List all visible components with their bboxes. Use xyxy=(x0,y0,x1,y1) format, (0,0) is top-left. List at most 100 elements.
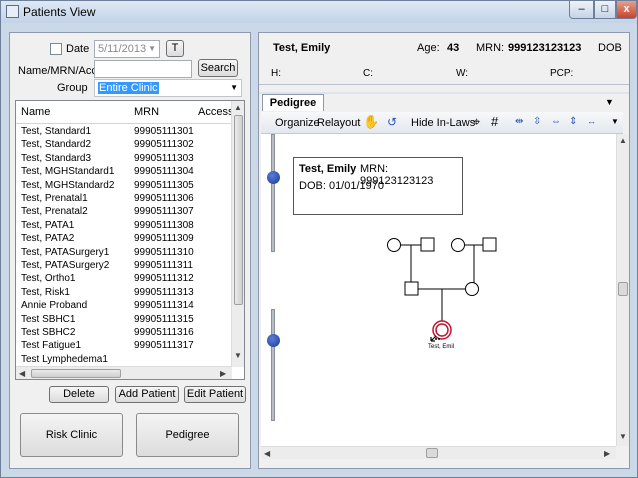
date-value: 5/11/2013 xyxy=(98,43,147,55)
align-vertical-icon[interactable]: ⇳ xyxy=(533,116,541,127)
organize-button[interactable]: Organize xyxy=(275,117,320,129)
t-button[interactable]: T xyxy=(166,40,184,57)
pedigree-canvas[interactable]: Test, Emily MRN: 999123123123 DOB: 01/01… xyxy=(261,134,616,446)
table-row[interactable]: Test, PATASurgery1 99905111310 xyxy=(16,247,231,260)
table-row[interactable]: Test, Risk1 99905111313 xyxy=(16,287,231,300)
name-mrn-input[interactable] xyxy=(94,60,192,78)
table-row[interactable]: Test Fatigue1 99905111317 xyxy=(16,340,231,353)
patient-name-cell: Test, PATASurgery2 xyxy=(21,260,110,271)
date-checkbox[interactable] xyxy=(50,43,62,55)
table-row[interactable]: Test, MGHStandard2 99905111305 xyxy=(16,180,231,193)
patient-search-panel: Date 5/11/2013 ▼ T Name/MRN/Accn Search … xyxy=(9,32,251,469)
canvas-vertical-scrollbar[interactable]: ▲ ▼ xyxy=(616,134,629,446)
date-picker[interactable]: 5/11/2013 ▼ xyxy=(94,40,160,58)
undo-icon[interactable]: ↺ xyxy=(387,115,397,129)
table-row[interactable]: Test, Standard1 99905111301 xyxy=(16,126,231,139)
scroll-right-icon[interactable]: ▶ xyxy=(604,449,610,458)
toolbar-overflow-icon[interactable]: ▼ xyxy=(611,117,619,126)
female-icon[interactable] xyxy=(451,238,465,252)
table-row[interactable]: Test, Standard3 99905111303 xyxy=(16,153,231,166)
title-bar[interactable]: Patients View – □ x xyxy=(1,1,637,23)
window-title: Patients View xyxy=(23,5,96,19)
scroll-down-icon[interactable]: ▼ xyxy=(619,432,627,441)
scroll-up-icon[interactable]: ▲ xyxy=(234,103,242,112)
scroll-up-icon[interactable]: ▲ xyxy=(619,136,627,145)
minimize-button[interactable]: – xyxy=(569,1,594,19)
scroll-left-icon[interactable]: ◀ xyxy=(264,449,270,458)
patient-mrn-cell: 99905111302 xyxy=(134,139,194,151)
list-horizontal-scrollbar[interactable]: ◀ ▶ xyxy=(16,366,232,379)
hand-icon[interactable]: ✋ xyxy=(363,114,379,130)
close-button[interactable]: x xyxy=(616,1,637,19)
search-button[interactable]: Search xyxy=(198,59,238,77)
male-icon[interactable] xyxy=(404,281,419,296)
patient-mrn-cell: 99905111310 xyxy=(134,246,194,258)
age-value: 43 xyxy=(447,42,460,54)
table-row[interactable]: Test SBHC1 99905111315 xyxy=(16,314,231,327)
age-label: Age: xyxy=(417,42,440,54)
proband-label: Test, Emil xyxy=(428,344,455,350)
align-horizontal-icon[interactable]: ⇹ xyxy=(515,116,523,127)
tab-menu-chevron-icon[interactable]: ▼ xyxy=(605,97,614,107)
male-icon[interactable] xyxy=(482,237,497,252)
canvas-horizontal-scrollbar[interactable]: ◀ ▶ xyxy=(261,446,616,459)
add-patient-button[interactable]: Add Patient xyxy=(115,386,179,403)
maximize-button[interactable]: □ xyxy=(594,1,616,19)
patient-name-cell: Test, Standard1 xyxy=(21,126,92,137)
table-row[interactable]: Test, Prenatal2 99905111307 xyxy=(16,206,231,219)
list-vertical-scrollbar[interactable]: ▲ ▼ xyxy=(231,101,244,367)
patient-mrn-cell: 99905111311 xyxy=(134,260,193,271)
patient-name-cell: Test Lymphedema1 xyxy=(21,353,108,365)
spacing-icon[interactable]: ↔ xyxy=(587,116,596,126)
patient-name: Test, Emily xyxy=(273,42,331,54)
scroll-thumb[interactable] xyxy=(618,282,628,296)
table-row[interactable]: Test, MGHStandard1 99905111304 xyxy=(16,166,231,179)
table-row[interactable]: Annie Proband 99905111314 xyxy=(16,300,231,313)
center-horizontal-icon[interactable]: ⇔ xyxy=(551,116,561,127)
grid-icon[interactable]: # xyxy=(491,114,498,129)
patient-mrn-cell: 99905111313 xyxy=(134,286,194,298)
table-row[interactable]: Test, Ortho1 99905111312 xyxy=(16,273,231,286)
center-vertical-icon[interactable]: ⇕ xyxy=(569,116,577,127)
female-icon[interactable] xyxy=(465,282,479,296)
table-row[interactable]: Test, PATA1 99905111308 xyxy=(16,220,231,233)
table-row[interactable]: Test, PATASurgery2 99905111311 xyxy=(16,260,231,273)
scroll-right-icon[interactable]: ▶ xyxy=(220,369,226,378)
patient-detail-panel: Test, Emily Age: 43 MRN: 999123123123 DO… xyxy=(258,32,630,469)
patient-name-cell: Test, PATA2 xyxy=(21,233,75,245)
group-select[interactable]: Entire Clinic ▼ xyxy=(94,79,242,97)
risk-clinic-button[interactable]: Risk Clinic xyxy=(20,413,123,457)
dob-label: DOB xyxy=(598,42,622,54)
delete-button[interactable]: Delete xyxy=(49,386,109,403)
patient-list-header: Name MRN Accession xyxy=(16,101,244,124)
hide-in-laws-button[interactable]: Hide In-Laws xyxy=(411,117,475,129)
column-mrn[interactable]: MRN xyxy=(134,106,159,118)
female-icon[interactable] xyxy=(387,238,401,252)
pedigree-diagram xyxy=(387,237,497,342)
male-icon[interactable] xyxy=(420,237,435,252)
table-row[interactable]: Test, Standard2 99905111302 xyxy=(16,139,231,152)
date-label: Date xyxy=(66,43,90,55)
relayout-button[interactable]: Relayout xyxy=(317,117,360,129)
patient-mrn-cell: 99905111309 xyxy=(134,233,194,245)
proband-female-icon[interactable] xyxy=(435,323,449,337)
patient-list[interactable]: Name MRN Accession Test, Standard1 999051… xyxy=(15,100,245,380)
scroll-down-icon[interactable]: ▼ xyxy=(234,351,242,360)
patient-mrn-cell: 99905111312 xyxy=(134,273,194,285)
table-row[interactable]: Test, Prenatal1 99905111306 xyxy=(16,193,231,206)
app-icon xyxy=(6,5,19,18)
crosshair-icon[interactable]: ⌖ xyxy=(473,114,480,130)
tab-pedigree[interactable]: Pedigree xyxy=(262,94,324,111)
table-row[interactable]: Test, PATA2 99905111309 xyxy=(16,233,231,246)
scroll-thumb[interactable] xyxy=(234,115,243,305)
pedigree-button[interactable]: Pedigree xyxy=(136,413,239,457)
marker-dot xyxy=(438,338,440,340)
scroll-left-icon[interactable]: ◀ xyxy=(19,369,25,378)
work-phone-label: W: xyxy=(456,68,469,79)
scroll-thumb[interactable] xyxy=(426,448,438,458)
scroll-thumb[interactable] xyxy=(31,369,121,378)
edit-patient-button[interactable]: Edit Patient xyxy=(184,386,246,403)
table-row[interactable]: Test SBHC2 99905111316 xyxy=(16,327,231,340)
patient-mrn-cell: 99905111304 xyxy=(134,166,194,178)
column-name[interactable]: Name xyxy=(21,106,50,118)
